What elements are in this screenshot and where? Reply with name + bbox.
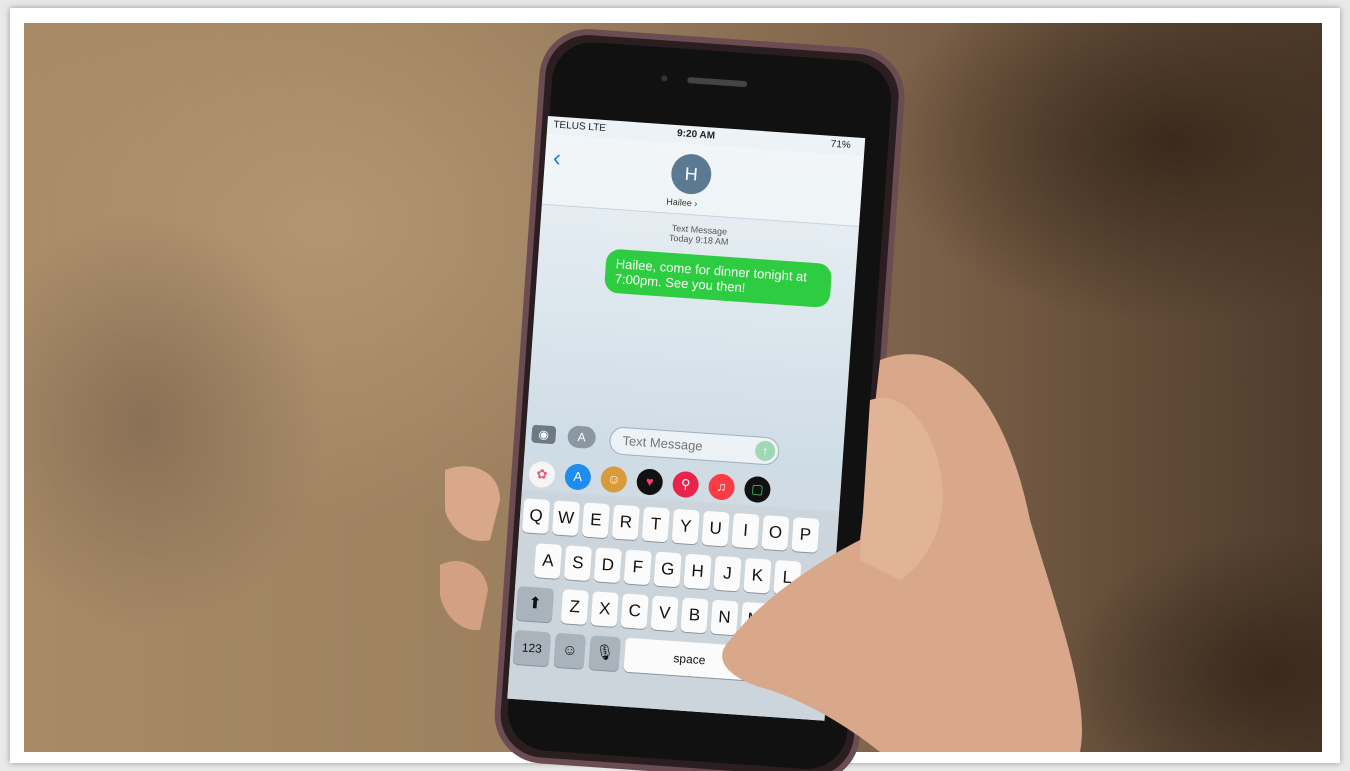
key-c[interactable]: C [620,593,649,630]
key-i[interactable]: I [731,512,760,549]
heart-icon[interactable]: ♥ [635,468,664,496]
key-v[interactable]: V [650,595,679,632]
sent-message-bubble[interactable]: Hailee, come for dinner tonight at 7:00p… [603,248,833,309]
app-store-icon[interactable]: A [566,425,597,450]
key-m[interactable]: M [740,601,769,638]
back-chevron-icon[interactable]: ‹ [552,144,562,172]
key-a[interactable]: A [533,543,563,579]
key-h[interactable]: H [683,553,712,590]
battery-level: 71% [830,138,852,152]
shift-key-icon[interactable]: ⬆ [515,586,555,623]
microphone-key-icon[interactable]: 🎙 [588,635,621,672]
key-l[interactable]: L [773,559,802,596]
key-d[interactable]: D [593,547,622,584]
contact-name[interactable]: Hailee › [666,196,698,208]
key-x[interactable]: X [590,591,619,628]
key-n[interactable]: N [710,599,739,636]
key-r[interactable]: R [611,504,640,541]
app-store-icon[interactable]: A [564,463,592,491]
key-p[interactable]: P [791,517,820,553]
animoji-icon[interactable]: ☺ [599,465,628,494]
key-u[interactable]: U [701,510,730,547]
key-q[interactable]: Q [521,498,551,535]
phone-screen: TELUS LTE 9:20 AM 71% ‹ H Hailee › Text … [507,116,866,721]
keyboard: Q W E R T Y U I O P A S D F G H J K L ⬆ … [507,490,840,721]
avatar[interactable]: H [669,152,713,196]
key-b[interactable]: B [680,597,709,634]
key-f[interactable]: F [623,549,652,586]
key-g[interactable]: G [653,551,682,588]
key-j[interactable]: J [713,555,742,592]
key-e[interactable]: E [581,502,611,539]
space-key[interactable]: space [623,637,756,681]
emoji-key-icon[interactable]: ☺ [553,632,586,669]
key-o[interactable]: O [761,515,790,551]
key-t[interactable]: T [641,506,670,543]
numbers-key[interactable]: 123 [512,629,551,667]
key-k[interactable]: K [743,557,772,594]
key-y[interactable]: Y [671,508,700,545]
carrier-label: TELUS LTE [553,119,607,135]
key-z[interactable]: Z [560,589,589,625]
send-arrow-icon[interactable]: ↑ [754,440,776,462]
message-input[interactable] [619,431,755,459]
photos-icon[interactable]: ✿ [528,460,556,489]
music-icon[interactable]: ♫ [707,473,736,501]
app-icon[interactable]: ▢ [743,475,772,504]
key-w[interactable]: W [551,500,581,537]
clock: 9:20 AM [676,128,716,142]
search-icon[interactable]: ⚲ [671,470,700,499]
camera-icon[interactable]: ◉ [531,424,557,445]
message-input-field[interactable]: ↑ [608,426,781,466]
avatar-initial: H [684,163,699,185]
key-s[interactable]: S [563,545,593,582]
